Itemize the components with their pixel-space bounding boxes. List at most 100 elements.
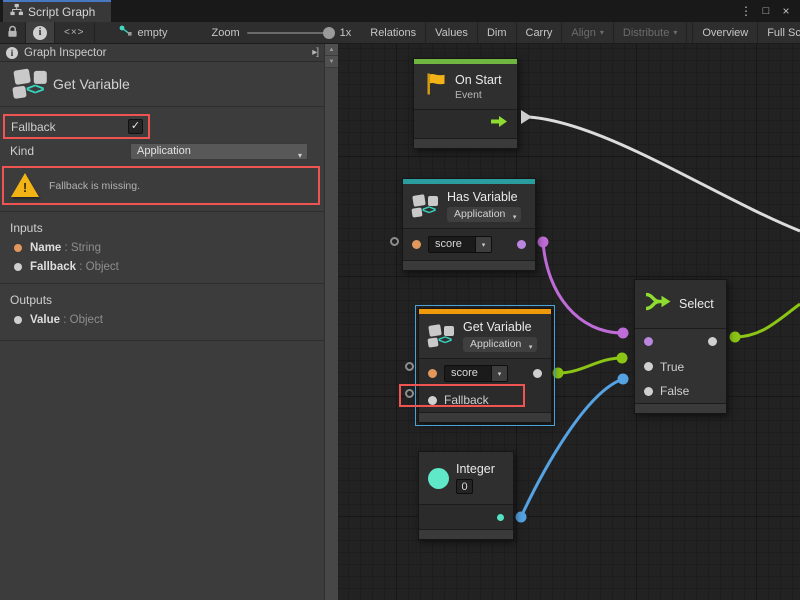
- graph-toolbar: i <×> empty Zoom 1x Relations Values: [0, 22, 800, 44]
- condition-wire[interactable]: [543, 242, 623, 333]
- fallback-property-row: Fallback ✓: [3, 114, 150, 139]
- graph-canvas[interactable]: On Start Event <>: [338, 44, 800, 600]
- code-preview-button[interactable]: <×>: [55, 22, 95, 43]
- get-variable-node[interactable]: <> Get Variable Application ▾ score ▾: [418, 308, 552, 423]
- selected-unit-header: <> Get Variable: [0, 62, 324, 107]
- scroll-up-button[interactable]: ▲: [325, 44, 338, 56]
- unit-title: Get Variable: [53, 76, 130, 92]
- unconnected-port-ring[interactable]: [405, 362, 414, 371]
- graph-ref-icon: [119, 25, 133, 40]
- chevron-down-icon[interactable]: ▾: [492, 365, 508, 382]
- toolbar-right-buttons: Relations Values Dim Carry Align▾ Distri…: [361, 22, 800, 43]
- on-start-node[interactable]: On Start Event: [413, 58, 518, 149]
- string-port-icon: [14, 244, 22, 252]
- select-output-wire[interactable]: [735, 304, 800, 337]
- variable-name-field[interactable]: score ▾: [428, 236, 492, 253]
- object-port-icon: [14, 263, 22, 271]
- selection-output-port[interactable]: [708, 337, 717, 346]
- inspect-button[interactable]: i: [26, 22, 55, 43]
- menu-icon[interactable]: ⋮: [738, 3, 754, 19]
- chevron-down-icon: ▾: [600, 28, 604, 37]
- wire-cap: [618, 374, 629, 385]
- warning-text: Fallback is missing.: [49, 180, 140, 192]
- integer-icon: [428, 468, 449, 489]
- flow-output-port[interactable]: [521, 110, 532, 124]
- chevron-down-icon[interactable]: ▾: [476, 236, 492, 253]
- node-title: Select: [679, 297, 714, 311]
- check-icon: ✓: [131, 120, 140, 132]
- overview-button[interactable]: Overview: [692, 22, 758, 43]
- true-input-port[interactable]: [644, 362, 653, 371]
- condition-input-port[interactable]: [644, 337, 653, 346]
- fallback-label: Fallback: [11, 120, 56, 134]
- node-title: Get Variable: [463, 320, 537, 334]
- unconnected-port-ring[interactable]: [405, 389, 414, 398]
- scope-dropdown[interactable]: Application ▾: [447, 207, 521, 222]
- wire-cap: [730, 332, 741, 343]
- output-port-row: Value : Object: [0, 314, 324, 326]
- flow-arrow-icon[interactable]: [490, 115, 508, 133]
- dock-icon[interactable]: ▸]: [312, 47, 318, 58]
- variable-name-field[interactable]: score ▾: [444, 365, 508, 382]
- info-icon: i: [6, 47, 18, 59]
- scroll-down-button[interactable]: ▼: [325, 56, 338, 68]
- warning-box: ! Fallback is missing.: [2, 166, 320, 205]
- window-controls: ⋮ □ ×: [738, 0, 800, 22]
- name-input-port[interactable]: [412, 240, 421, 249]
- integer-value-field[interactable]: 0: [456, 479, 473, 494]
- chevron-down-icon: ▾: [298, 148, 302, 163]
- chevron-down-icon: ▾: [513, 210, 517, 225]
- flow-wire[interactable]: [529, 117, 800, 231]
- select-node[interactable]: Select True False: [634, 279, 727, 414]
- graph-ref-label: empty: [138, 27, 168, 39]
- fallback-input-port[interactable]: [428, 396, 437, 405]
- warning-icon: !: [10, 173, 40, 199]
- tab-bar: Script Graph ⋮ □ ×: [0, 0, 800, 22]
- tab-title: Script Graph: [28, 5, 95, 19]
- true-value-wire[interactable]: [558, 358, 622, 373]
- name-input-port[interactable]: [428, 369, 437, 378]
- carry-button[interactable]: Carry: [517, 22, 563, 43]
- close-icon[interactable]: ×: [778, 3, 794, 19]
- has-variable-node[interactable]: <> Has Variable Application ▾ score ▾: [402, 178, 536, 271]
- integer-node[interactable]: Integer 0: [418, 451, 514, 540]
- dim-button[interactable]: Dim: [478, 22, 517, 43]
- number-output-port[interactable]: [497, 514, 504, 521]
- info-icon: i: [33, 26, 47, 40]
- wires-layer: [338, 44, 800, 600]
- kind-dropdown[interactable]: Application ▾: [130, 143, 308, 160]
- value-output-port[interactable]: [533, 369, 542, 378]
- distribute-button: Distribute▾: [614, 22, 687, 43]
- bool-output-port[interactable]: [517, 240, 526, 249]
- full-screen-button[interactable]: Full Screen: [758, 22, 800, 43]
- chevron-down-icon: ▾: [529, 340, 533, 355]
- tab-script-graph[interactable]: Script Graph: [3, 0, 111, 22]
- wire-cap: [516, 512, 527, 523]
- sitemap-icon: [10, 3, 23, 21]
- fallback-checkbox[interactable]: ✓: [128, 119, 143, 134]
- graph-inspector-panel: i Graph Inspector ▸] <> Get Variable Fal…: [0, 44, 338, 600]
- variable-icon: <>: [412, 194, 440, 219]
- zoom-slider-handle[interactable]: [323, 27, 335, 39]
- node-subtitle: Event: [455, 89, 502, 101]
- maximize-icon[interactable]: □: [758, 3, 774, 19]
- relations-button[interactable]: Relations: [361, 22, 426, 43]
- lock-button[interactable]: [0, 22, 26, 43]
- graph-reference[interactable]: empty: [95, 22, 178, 43]
- unconnected-port-ring[interactable]: [390, 237, 399, 246]
- zoom-value: 1x: [340, 27, 352, 39]
- zoom-control: Zoom 1x: [178, 22, 362, 43]
- node-title: Integer: [456, 462, 495, 476]
- zoom-label: Zoom: [212, 27, 240, 39]
- outputs-section-title: Outputs: [0, 284, 324, 307]
- wire-cap: [617, 353, 628, 364]
- false-input-port[interactable]: [644, 387, 653, 396]
- input-port-row: Fallback : Object: [0, 261, 324, 273]
- code-icon: <×>: [64, 27, 85, 38]
- true-port-label: True: [660, 360, 684, 374]
- scope-dropdown[interactable]: Application ▾: [463, 337, 537, 352]
- inspector-scrollbar[interactable]: ▲ ▼: [324, 44, 338, 600]
- inputs-section-title: Inputs: [0, 212, 324, 235]
- values-button[interactable]: Values: [426, 22, 478, 43]
- zoom-slider[interactable]: [247, 32, 333, 34]
